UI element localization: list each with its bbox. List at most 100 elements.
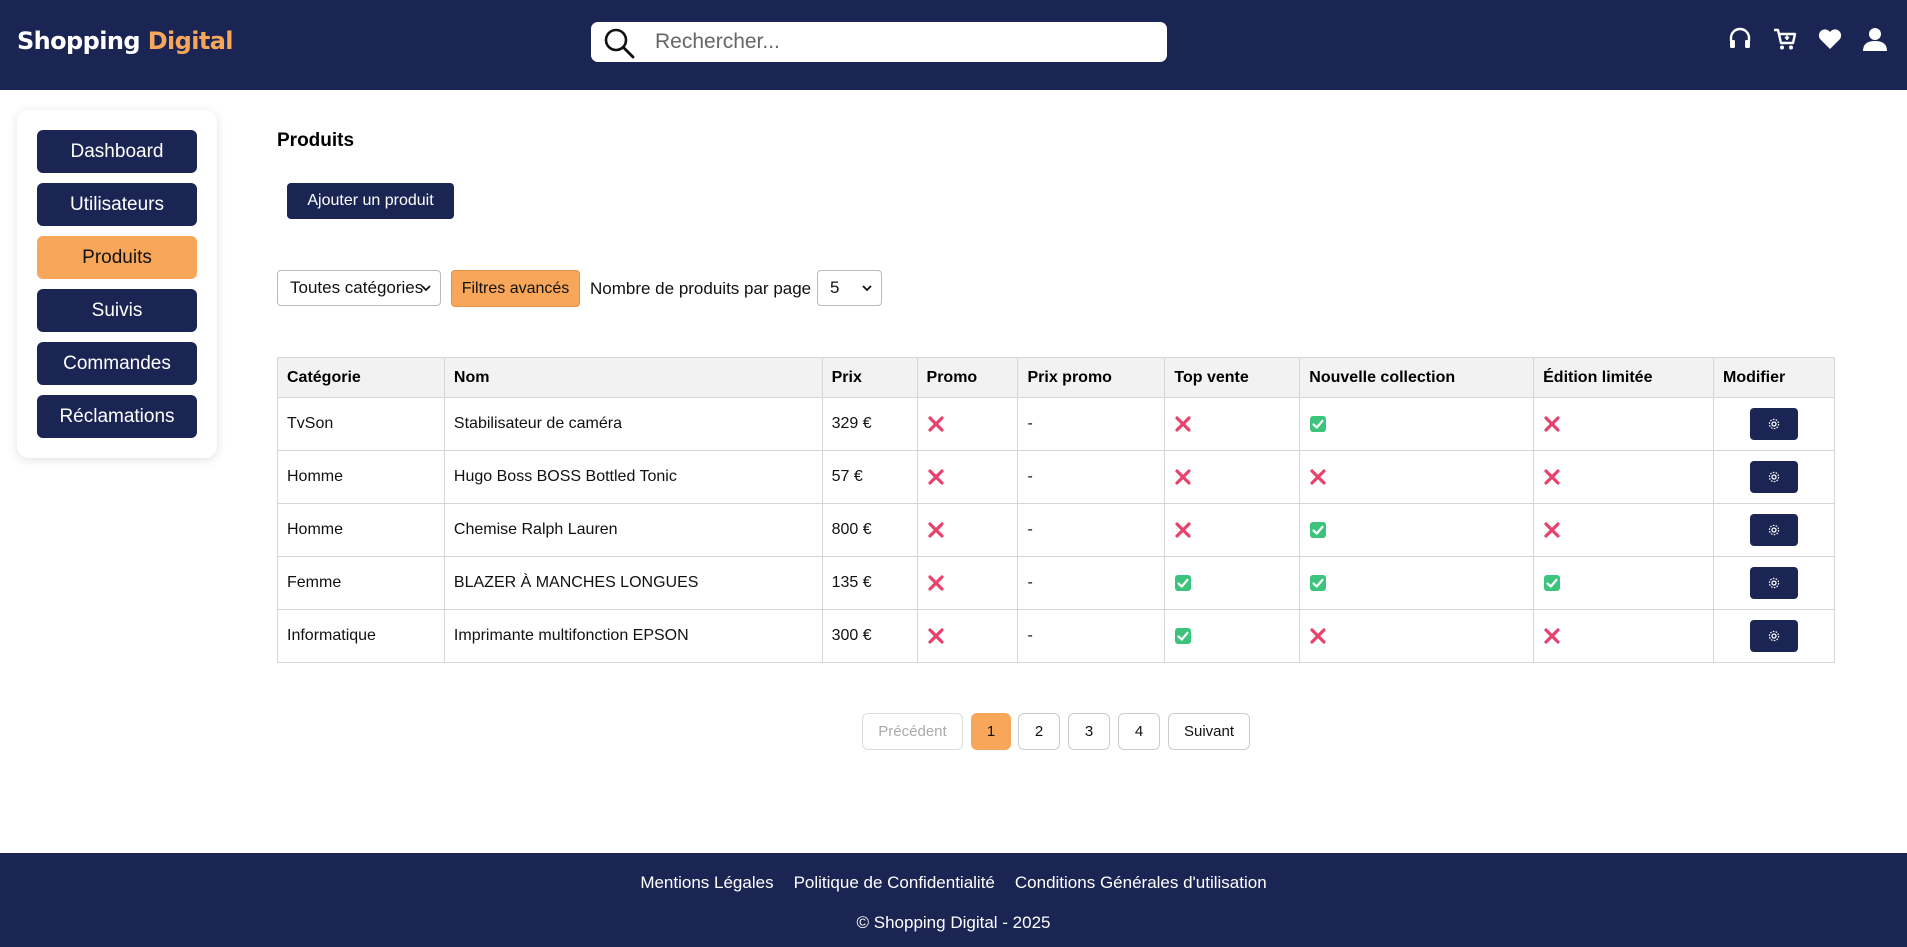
cell-modifier bbox=[1712, 609, 1836, 663]
cell-modifier bbox=[1712, 503, 1836, 557]
top-header: Shopping Digital bbox=[0, 0, 1907, 90]
edit-product-button[interactable] bbox=[1749, 620, 1798, 652]
cell-nouvelle-collection bbox=[1299, 450, 1535, 504]
per-page-value: 5 bbox=[830, 278, 840, 297]
user-icon[interactable] bbox=[1862, 26, 1888, 52]
cell-prix-promo: - bbox=[1017, 609, 1166, 663]
cell-prix-promo: - bbox=[1017, 556, 1166, 610]
pagination-next-button[interactable]: Suivant bbox=[1168, 713, 1250, 750]
cell-nouvelle-collection bbox=[1299, 609, 1535, 663]
sidebar-item-utilisateurs[interactable]: Utilisateurs bbox=[37, 183, 197, 226]
add-product-button[interactable]: Ajouter un produit bbox=[287, 183, 454, 219]
cell-top-vente bbox=[1164, 397, 1301, 451]
per-page-label: Nombre de produits par page bbox=[590, 279, 812, 298]
sidebar-item-commandes[interactable]: Commandes bbox=[37, 342, 197, 385]
footer-link-terms[interactable]: Conditions Générales d'utilisation bbox=[1015, 873, 1267, 893]
cell-promo bbox=[916, 450, 1019, 504]
cell-promo bbox=[916, 503, 1019, 557]
per-page-select[interactable]: 5 bbox=[817, 270, 882, 306]
sidebar-item-reclamations[interactable]: Réclamations bbox=[37, 395, 197, 438]
column-header[interactable]: Catégorie bbox=[277, 357, 445, 398]
check-icon bbox=[1310, 521, 1327, 538]
cell-nouvelle-collection bbox=[1299, 556, 1535, 610]
column-header[interactable]: Top vente bbox=[1164, 357, 1301, 398]
cell-prix: 57 € bbox=[821, 450, 918, 504]
search-input[interactable] bbox=[655, 22, 1155, 62]
check-icon bbox=[1310, 415, 1327, 432]
cell-edition-limitee bbox=[1533, 556, 1714, 610]
cell-promo bbox=[916, 609, 1019, 663]
cross-icon bbox=[1544, 522, 1560, 538]
footer: Mentions Légales Politique de Confidenti… bbox=[0, 853, 1907, 947]
category-select[interactable]: Toutes catégories bbox=[277, 270, 441, 306]
cell-top-vente bbox=[1164, 556, 1301, 610]
pagination-page-3[interactable]: 3 bbox=[1068, 713, 1110, 750]
pagination-prev-button[interactable]: Précédent bbox=[862, 713, 963, 750]
pagination-page-1[interactable]: 1 bbox=[971, 713, 1011, 750]
cart-icon[interactable] bbox=[1772, 26, 1798, 52]
edit-product-button[interactable] bbox=[1749, 461, 1798, 493]
search-bar bbox=[591, 22, 1167, 62]
cell-nom: Hugo Boss BOSS Bottled Tonic bbox=[443, 450, 823, 504]
gear-icon bbox=[1768, 471, 1780, 483]
cell-prix-promo: - bbox=[1017, 397, 1166, 451]
cell-nouvelle-collection bbox=[1299, 503, 1535, 557]
cross-icon bbox=[1544, 628, 1560, 644]
cross-icon bbox=[1544, 469, 1560, 485]
advanced-filters-button[interactable]: Filtres avancés bbox=[451, 270, 580, 307]
cross-icon bbox=[927, 416, 944, 432]
cross-icon bbox=[1175, 416, 1191, 432]
brand-logo[interactable]: Shopping Digital bbox=[17, 27, 234, 55]
sidebar-item-suivis[interactable]: Suivis bbox=[37, 289, 197, 332]
cross-icon bbox=[1175, 469, 1191, 485]
gear-icon bbox=[1768, 418, 1780, 430]
search-icon[interactable] bbox=[603, 27, 635, 59]
column-header[interactable]: Prix promo bbox=[1017, 357, 1166, 398]
table-row: Homme Hugo Boss BOSS Bottled Tonic 57 € - bbox=[277, 450, 1836, 504]
column-header[interactable]: Promo bbox=[916, 357, 1019, 398]
cross-icon bbox=[1310, 628, 1326, 644]
sidebar-item-produits[interactable]: Produits bbox=[37, 236, 197, 279]
footer-links: Mentions Légales Politique de Confidenti… bbox=[0, 873, 1907, 893]
footer-link-mentions[interactable]: Mentions Légales bbox=[640, 873, 773, 893]
column-header[interactable]: Prix bbox=[821, 357, 918, 398]
pagination-page-4[interactable]: 4 bbox=[1118, 713, 1160, 750]
sidebar: Dashboard Utilisateurs Produits Suivis C… bbox=[17, 110, 217, 458]
edit-product-button[interactable] bbox=[1749, 408, 1798, 440]
column-header[interactable]: Nouvelle collection bbox=[1299, 357, 1535, 398]
cell-prix: 300 € bbox=[821, 609, 918, 663]
cell-edition-limitee bbox=[1533, 609, 1714, 663]
cell-prix-promo: - bbox=[1017, 450, 1166, 504]
table-row: TvSon Stabilisateur de caméra 329 € - bbox=[277, 397, 1836, 451]
footer-link-privacy[interactable]: Politique de Confidentialité bbox=[794, 873, 995, 893]
cell-categorie: Homme bbox=[277, 503, 445, 557]
cell-top-vente bbox=[1164, 450, 1301, 504]
cross-icon bbox=[1544, 416, 1560, 432]
heart-icon[interactable] bbox=[1817, 26, 1843, 52]
cell-top-vente bbox=[1164, 609, 1301, 663]
column-header[interactable]: Édition limitée bbox=[1533, 357, 1714, 398]
cross-icon bbox=[927, 628, 944, 644]
edit-product-button[interactable] bbox=[1749, 567, 1798, 599]
headset-icon[interactable] bbox=[1727, 26, 1753, 52]
column-header[interactable]: Nom bbox=[443, 357, 823, 398]
copyright-text: © Shopping Digital - 2025 bbox=[856, 913, 1051, 932]
cell-edition-limitee bbox=[1533, 397, 1714, 451]
sidebar-item-dashboard[interactable]: Dashboard bbox=[37, 130, 197, 173]
cell-edition-limitee bbox=[1533, 503, 1714, 557]
edit-product-button[interactable] bbox=[1749, 514, 1798, 546]
cell-nouvelle-collection bbox=[1299, 397, 1535, 451]
check-icon bbox=[1310, 574, 1327, 591]
column-header[interactable]: Modifier bbox=[1712, 357, 1836, 398]
cell-modifier bbox=[1712, 397, 1836, 451]
cell-categorie: Femme bbox=[277, 556, 445, 610]
chevron-down-icon bbox=[421, 285, 431, 292]
cell-nom: BLAZER À MANCHES LONGUES bbox=[443, 556, 823, 610]
cell-prix: 329 € bbox=[821, 397, 918, 451]
pagination-page-2[interactable]: 2 bbox=[1018, 713, 1060, 750]
cell-modifier bbox=[1712, 556, 1836, 610]
cell-nom: Chemise Ralph Lauren bbox=[443, 503, 823, 557]
products-table: Catégorie Nom Prix Promo Prix promo Top … bbox=[277, 357, 1836, 663]
gear-icon bbox=[1768, 524, 1780, 536]
table-row: Homme Chemise Ralph Lauren 800 € - bbox=[277, 503, 1836, 557]
